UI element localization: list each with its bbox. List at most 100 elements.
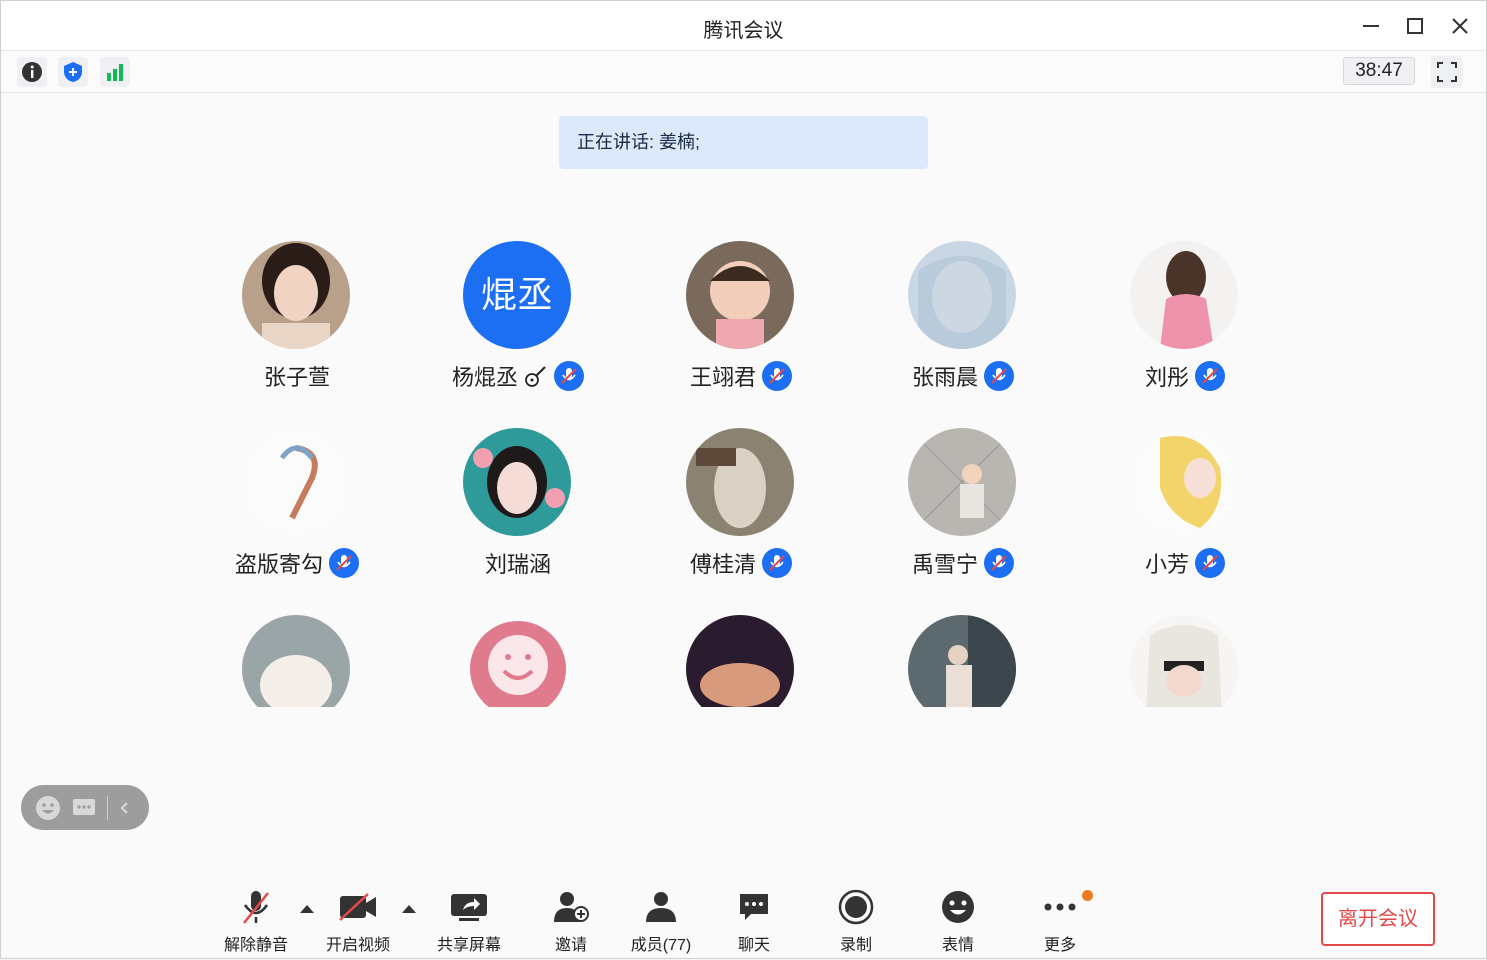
audio-options-arrow[interactable] (300, 905, 314, 913)
info-toolbar: 38:47 (1, 51, 1486, 93)
participant-name: 杨焜丞 (451, 365, 518, 390)
muted-mic-icon (984, 361, 1014, 391)
avatar-text: 焜丞 (480, 274, 553, 315)
participant-tile[interactable]: 王翊君 (631, 241, 851, 411)
avatar (242, 241, 350, 349)
participant-tile[interactable]: 焜丞 杨焜丞 (408, 241, 628, 411)
participant-row-partial (1, 615, 1487, 707)
participant-tile[interactable]: 傅桂清 (631, 428, 851, 598)
start-video-label: 开启视频 (325, 937, 390, 954)
avatar (1130, 428, 1238, 536)
participant-tile[interactable]: 禹雪宁 (853, 428, 1073, 598)
network-status-button[interactable] (100, 57, 130, 87)
security-button[interactable] (58, 57, 88, 87)
avatar (463, 428, 571, 536)
avatar[interactable] (242, 615, 350, 707)
avatar[interactable] (908, 615, 1016, 707)
participant-name: 小芳 (1144, 552, 1189, 577)
participant-name: 刘瑞涵 (484, 552, 551, 577)
divider (107, 795, 108, 820)
participant-name: 刘彤 (1144, 365, 1189, 390)
chat-label: 聊天 (737, 937, 770, 954)
invite-label: 邀请 (554, 937, 587, 954)
participant-tile[interactable]: 张雨晨 (853, 241, 1073, 411)
message-icon[interactable] (71, 795, 97, 821)
signal-bars-icon (107, 64, 123, 81)
participant-name: 王翊君 (689, 365, 756, 390)
avatar (242, 428, 350, 536)
share-screen-button[interactable]: 共享屏幕 (424, 889, 514, 955)
close-icon (1452, 18, 1468, 34)
participant-tile[interactable]: 盗版寄勾 (187, 428, 407, 598)
minimize-icon (1363, 25, 1379, 27)
smile-icon (942, 891, 974, 923)
video-options-arrow[interactable] (402, 905, 416, 913)
video-off-icon (339, 893, 376, 921)
muted-mic-icon (329, 548, 359, 578)
meeting-info-button[interactable] (17, 57, 47, 87)
chevron-left-icon[interactable] (118, 801, 132, 815)
leave-meeting-button[interactable]: 离开会议 (1321, 892, 1435, 946)
avatar[interactable] (686, 615, 794, 707)
chat-button[interactable]: 聊天 (709, 889, 799, 955)
fullscreen-icon (1437, 62, 1457, 82)
notification-dot (1082, 890, 1093, 901)
start-video-button[interactable]: 开启视频 (313, 889, 403, 955)
participant-tile[interactable]: 小芳 (1075, 428, 1295, 598)
muted-mic-icon (1195, 548, 1225, 578)
avatar (686, 241, 794, 349)
more-label: 更多 (1043, 937, 1076, 954)
guitar-icon (525, 366, 546, 387)
participant-name: 盗版寄勾 (234, 552, 323, 577)
muted-mic-icon (984, 548, 1014, 578)
shield-icon (64, 62, 82, 82)
record-button[interactable]: 录制 (811, 889, 901, 955)
reactions-button[interactable]: 表情 (913, 889, 1003, 955)
muted-mic-icon (1195, 361, 1225, 391)
muted-mic-icon (554, 361, 584, 391)
muted-mic-icon (762, 361, 792, 391)
close-button[interactable] (1445, 11, 1475, 41)
more-icon (1044, 903, 1076, 911)
meeting-timer: 38:47 (1343, 57, 1415, 85)
muted-microphone-icon (243, 891, 269, 924)
bottom-control-bar: 解除静音 开启视频 共享屏幕 邀请 成员(77) 聊天 录制 表情 更多 (1, 871, 1486, 960)
avatar: 焜丞 (463, 241, 571, 349)
avatar[interactable] (1130, 615, 1238, 707)
avatar (1130, 241, 1238, 349)
participant-name: 傅桂清 (689, 552, 756, 577)
title-bar: 腾讯会议 (1, 1, 1486, 51)
info-icon (22, 62, 42, 82)
chat-icon (740, 894, 768, 920)
share-screen-label: 共享屏幕 (436, 937, 501, 954)
maximize-button[interactable] (1400, 11, 1430, 41)
participant-tile[interactable]: 张子萱 (187, 241, 407, 411)
participant-name: 张子萱 (263, 365, 330, 390)
participant-name: 张雨晨 (911, 365, 978, 390)
fullscreen-button[interactable] (1431, 56, 1463, 88)
avatar (686, 428, 794, 536)
participant-tile[interactable]: 刘彤 (1075, 241, 1295, 411)
minimize-button[interactable] (1356, 11, 1386, 41)
share-screen-icon (451, 894, 487, 921)
add-user-icon (554, 892, 589, 922)
participant-tile[interactable]: 刘瑞涵 (408, 428, 628, 598)
unmute-label: 解除静音 (223, 937, 288, 954)
record-icon (838, 889, 874, 925)
maximize-icon (1407, 18, 1423, 34)
window-title: 腾讯会议 (703, 20, 784, 42)
reactions-label: 表情 (941, 937, 974, 954)
muted-mic-icon (762, 548, 792, 578)
unmute-button[interactable]: 解除静音 (211, 889, 301, 955)
meeting-window: 腾讯会议 38:47 正在讲话: 姜楠; 张子萱 焜丞 杨焜丞 王翊君 张雨晨 … (0, 0, 1487, 959)
avatar (908, 428, 1016, 536)
emoji-icon[interactable] (35, 795, 61, 821)
members-button[interactable]: 成员(77) (616, 889, 706, 955)
speaking-indicator: 正在讲话: 姜楠; (559, 116, 928, 169)
invite-button[interactable]: 邀请 (526, 889, 616, 955)
members-label: 成员(77) (630, 937, 692, 954)
avatar[interactable] (464, 615, 572, 707)
members-icon (646, 892, 676, 922)
reaction-panel (21, 785, 149, 830)
avatar (908, 241, 1016, 349)
